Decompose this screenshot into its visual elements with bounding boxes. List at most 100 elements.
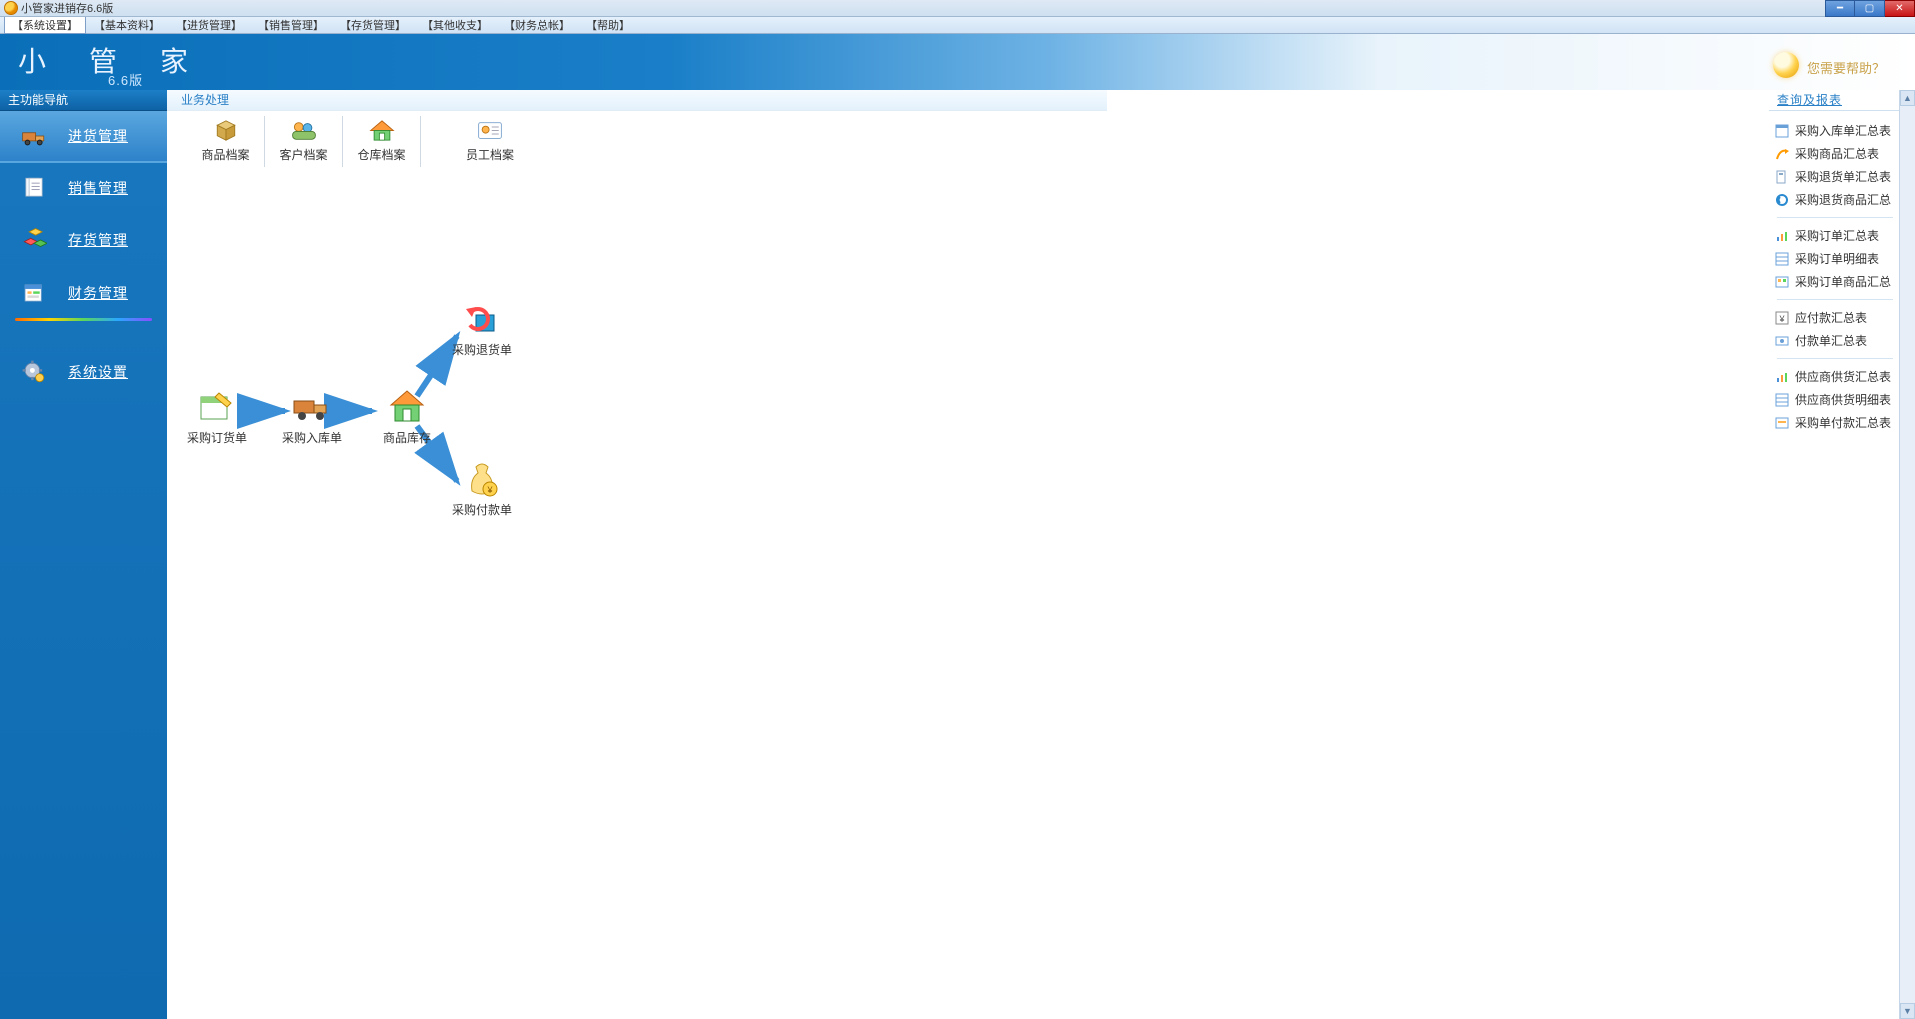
report-item[interactable]: 采购订单汇总表 [1775, 224, 1895, 247]
menu-system-settings[interactable]: 【系统设置】 [4, 16, 86, 34]
report-item[interactable]: 供应商供货明细表 [1775, 388, 1895, 411]
node-purchase-order[interactable]: 采购订货单 [172, 389, 262, 446]
report-item[interactable]: 采购退货单汇总表 [1775, 165, 1895, 188]
nav-finance[interactable]: 财务管理 [0, 267, 167, 319]
report-group-divider [1777, 217, 1893, 218]
house-icon [368, 120, 396, 142]
window-maximize-button[interactable]: ▢ [1855, 0, 1885, 17]
right-panel-title: 查询及报表 [1769, 90, 1899, 111]
header-banner: 小 管 家 6.6版 您需要帮助？ [0, 34, 1915, 90]
report-item[interactable]: 采购商品汇总表 [1775, 142, 1895, 165]
report-item[interactable]: 供应商供货汇总表 [1775, 365, 1895, 388]
right-reports-panel: 查询及报表 采购入库单汇总表 采购商品汇总表 采购退货单汇总表 采购退货商品汇总 [1769, 90, 1899, 1019]
nav-finance-label: 财务管理 [68, 283, 128, 303]
help-bulb-icon[interactable] [1773, 52, 1799, 78]
toolbar-customer-archive-label: 客户档案 [279, 148, 327, 162]
report-label: 采购订单商品汇总 [1795, 273, 1891, 290]
report-item[interactable]: 付款单汇总表 [1775, 329, 1895, 352]
window-titlebar: 小管家进销存6.6版 ━ ▢ ✕ [0, 0, 1915, 17]
app-version: 6.6版 [108, 70, 143, 89]
left-nav-panel: 主功能导航 进货管理 销售管理 存货管理 [0, 90, 167, 1019]
menu-basic-data[interactable]: 【基本资料】 [86, 16, 168, 34]
ledger-icon [0, 280, 68, 306]
report-item[interactable]: ¥ 应付款汇总表 [1775, 306, 1895, 329]
order-form-icon [197, 389, 237, 425]
toolbar-customer-archive[interactable]: 客户档案 [265, 116, 343, 167]
report-icon [1775, 275, 1789, 289]
report-label: 采购退货商品汇总 [1795, 191, 1891, 208]
app-icon [4, 1, 18, 15]
report-label: 采购订单汇总表 [1795, 227, 1879, 244]
toolbar-warehouse-archive[interactable]: 仓库档案 [343, 116, 421, 167]
scroll-down-arrow-icon[interactable]: ▼ [1900, 1003, 1915, 1019]
workflow-diagram: 采购订货单 采购入库单 商品库存 采购退货单 [167, 171, 1107, 771]
menu-other-io[interactable]: 【其他收支】 [414, 16, 496, 34]
toolbar-warehouse-archive-label: 仓库档案 [357, 148, 405, 162]
node-stock-label: 商品库存 [383, 431, 431, 445]
report-label: 采购订单明细表 [1795, 250, 1879, 267]
menu-purchase[interactable]: 【进货管理】 [168, 16, 250, 34]
report-label: 供应商供货明细表 [1795, 391, 1891, 408]
scroll-up-arrow-icon[interactable]: ▲ [1900, 90, 1915, 106]
warehouse-icon [387, 389, 427, 425]
blank-area [1107, 90, 1769, 1019]
window-minimize-button[interactable]: ━ [1825, 0, 1855, 17]
cubes-icon [0, 227, 68, 253]
nav-purchase[interactable]: 进货管理 [0, 111, 167, 163]
toolbar-staff-archive[interactable]: 员工档案 [451, 116, 529, 167]
node-purchase-return-label: 采购退货单 [452, 343, 512, 357]
nav-sales-label: 销售管理 [68, 178, 128, 198]
report-icon [1775, 393, 1789, 407]
report-label: 付款单汇总表 [1795, 332, 1867, 349]
menu-help[interactable]: 【帮助】 [578, 16, 638, 34]
workflow-arrows [167, 171, 1107, 571]
report-item[interactable]: 采购订单商品汇总 [1775, 270, 1895, 293]
nav-purchase-label: 进货管理 [68, 126, 128, 146]
report-icon [1775, 193, 1789, 207]
report-label: 供应商供货汇总表 [1795, 368, 1891, 385]
menu-inventory[interactable]: 【存货管理】 [332, 16, 414, 34]
people-icon [290, 120, 318, 142]
report-group-divider [1777, 358, 1893, 359]
truck-icon [0, 123, 68, 149]
report-icon [1775, 229, 1789, 243]
center-title: 业务处理 [167, 90, 1107, 111]
menu-sales[interactable]: 【销售管理】 [250, 16, 332, 34]
toolbar-product-archive[interactable]: 商品档案 [187, 116, 265, 167]
node-purchase-in-label: 采购入库单 [282, 431, 342, 445]
window-close-button[interactable]: ✕ [1885, 0, 1915, 17]
truck-in-icon [292, 389, 332, 425]
node-purchase-pay-label: 采购付款单 [452, 503, 512, 517]
report-item[interactable]: 采购入库单汇总表 [1775, 119, 1895, 142]
nav-system-settings-label: 系统设置 [68, 362, 128, 382]
report-item[interactable]: 采购退货商品汇总 [1775, 188, 1895, 211]
report-item[interactable]: 采购单付款汇总表 [1775, 411, 1895, 434]
report-label: 采购退货单汇总表 [1795, 168, 1891, 185]
report-icon [1775, 252, 1789, 266]
nav-inventory-label: 存货管理 [68, 230, 128, 250]
svg-text:¥: ¥ [1778, 314, 1785, 324]
report-icon [1775, 334, 1789, 348]
nav-sales[interactable]: 销售管理 [0, 163, 167, 215]
center-panel: 业务处理 商品档案 客户档案 仓库档案 [167, 90, 1107, 1019]
node-stock[interactable]: 商品库存 [362, 389, 452, 446]
gear-icon [0, 359, 68, 385]
report-group-divider [1777, 299, 1893, 300]
window-title: 小管家进销存6.6版 [21, 0, 113, 16]
right-scrollbar[interactable]: ▲ ▼ [1899, 90, 1915, 1019]
node-purchase-pay[interactable]: ¥ 采购付款单 [437, 461, 527, 518]
help-link[interactable]: 您需要帮助？ [1807, 58, 1885, 77]
nav-system-settings[interactable]: 系统设置 [0, 347, 167, 399]
svg-text:¥: ¥ [486, 485, 493, 495]
report-icon [1775, 170, 1789, 184]
document-icon [0, 175, 68, 201]
node-purchase-return[interactable]: 采购退货单 [437, 301, 527, 358]
report-item[interactable]: 采购订单明细表 [1775, 247, 1895, 270]
money-bag-icon: ¥ [462, 461, 502, 497]
nav-inventory[interactable]: 存货管理 [0, 215, 167, 267]
report-label: 采购入库单汇总表 [1795, 122, 1891, 139]
node-purchase-in[interactable]: 采购入库单 [267, 389, 357, 446]
node-purchase-order-label: 采购订货单 [187, 431, 247, 445]
menu-finance[interactable]: 【财务总帐】 [496, 16, 578, 34]
report-icon: ¥ [1775, 311, 1789, 325]
